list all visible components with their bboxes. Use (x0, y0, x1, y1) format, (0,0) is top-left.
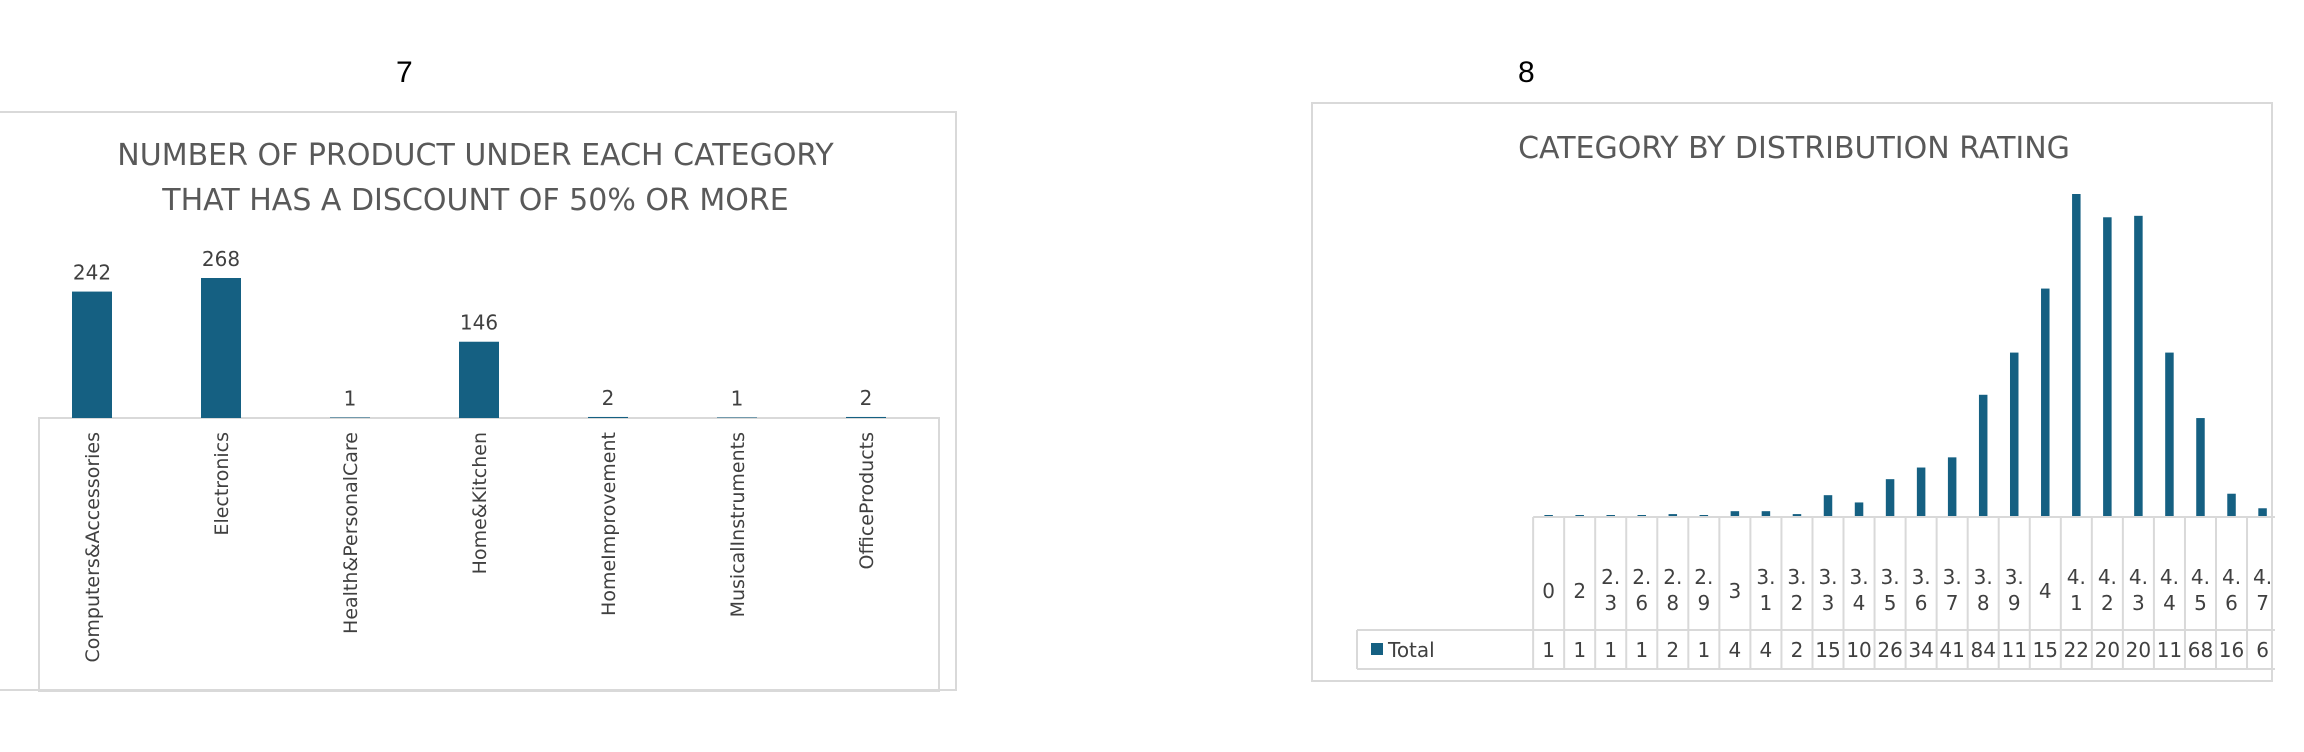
bar (2227, 493, 2236, 517)
category-tick-label: Computers&Accessories (82, 432, 104, 663)
category-tick-label: 3 (1729, 579, 1742, 603)
category-tick-label: 4. 4 (2160, 565, 2179, 615)
bar (459, 341, 499, 418)
data-label: 1 (731, 386, 744, 410)
table-value: 11 (2002, 638, 2027, 662)
category-tick-label: 3. 8 (1974, 565, 1993, 615)
data-label: 146 (460, 311, 498, 335)
bar-chart-plot: 242 Computers&Accessories 268 Electronics 1 H… (38, 247, 940, 692)
table-value: 68 (2188, 638, 2213, 662)
table-value: 4 (1760, 638, 1773, 662)
data-label: 268 (202, 247, 240, 271)
bar-chart-plot: 0 22. 32. 62. 82. 9 33. 13. 23. 33. 43. 53. 63. 73. 83… (1356, 194, 2275, 670)
category-tick-label: 4. 6 (2222, 565, 2241, 615)
bar (2258, 508, 2267, 517)
category-tick-label: 0 (1542, 579, 1555, 603)
bar (2196, 418, 2205, 517)
table-value: 20 (2095, 638, 2120, 662)
category-tick-label: 4. 1 (2067, 565, 2086, 615)
data-label: 242 (73, 261, 111, 285)
table-value: 84 (1970, 638, 1995, 662)
table-value: 11 (2157, 638, 2182, 662)
category-tick-label: 4 (2039, 579, 2052, 603)
category-tick-label: Electronics (211, 432, 233, 536)
table-value: 20 (2126, 638, 2151, 662)
table-value: 15 (1815, 638, 1840, 662)
bar (588, 416, 628, 418)
bar (846, 416, 886, 418)
category-tick-label: 2. 9 (1694, 565, 1713, 615)
category-tick-label: 4. 3 (2129, 565, 2148, 615)
category-tick-label: 3. 7 (1943, 565, 1962, 615)
series-name-label: Total (1387, 638, 1435, 662)
table-value: 22 (2064, 638, 2089, 662)
bar (717, 417, 757, 418)
bar (1885, 479, 1895, 517)
data-label: 2 (860, 386, 873, 410)
category-tick-label: 3. 6 (1912, 565, 1931, 615)
table-value: 26 (1877, 638, 1902, 662)
bar (2134, 215, 2143, 517)
bar (2165, 352, 2174, 517)
category-tick-label: 4. 7 (2253, 565, 2272, 615)
bar (1978, 394, 1988, 517)
data-label: 2 (602, 386, 615, 410)
table-value: 1 (1697, 638, 1710, 662)
category-tick-label: 3. 2 (1787, 565, 1806, 615)
table-value: 34 (1908, 638, 1933, 662)
category-tick-label: 3. 1 (1756, 565, 1775, 615)
table-value: 2 (1791, 638, 1804, 662)
table-value: 1 (1573, 638, 1586, 662)
category-tick-label: 2. 6 (1632, 565, 1651, 615)
bar (201, 278, 241, 418)
bar (2041, 288, 2050, 517)
category-tick-label: 3. 9 (2005, 565, 2024, 615)
table-value: 10 (1846, 638, 1871, 662)
category-tick-label: Home&Kitchen (469, 432, 491, 574)
category-tick-label: OfficeProducts (856, 432, 878, 570)
figure-label-7: 7 (396, 56, 413, 89)
category-tick-label: 4. 2 (2098, 565, 2117, 615)
category-tick-label: 4. 5 (2191, 565, 2210, 615)
bar (1854, 502, 1864, 517)
category-tick-label: MusicalInstruments (727, 432, 749, 617)
category-tick-label: 2. 3 (1601, 565, 1620, 615)
bar (1947, 457, 1957, 517)
category-tick-label: Health&PersonalCare (340, 432, 362, 634)
category-tick-label: 3. 4 (1849, 565, 1868, 615)
table-value: 1 (1604, 638, 1617, 662)
table-value: 41 (1939, 638, 1964, 662)
data-label: 1 (344, 386, 357, 410)
table-value: 1 (1542, 638, 1555, 662)
table-value: 4 (1729, 638, 1742, 662)
bar (2103, 217, 2112, 517)
table-value: 1 (1635, 638, 1648, 662)
category-tick-label: 2. 8 (1663, 565, 1682, 615)
legend-key (1371, 643, 1383, 655)
category-tick-label: HomeImprovement (598, 432, 620, 616)
table-value: 6 (2256, 638, 2269, 662)
rating-distribution-chart: CATEGORY BY DISTRIBUTION RATING 0 2 2. 3 2. 6… (1311, 102, 2275, 682)
category-tick-label: 2 (1573, 579, 1586, 603)
bar (72, 291, 112, 418)
category-tick-label: 3. 3 (1818, 565, 1837, 615)
bar (2009, 352, 2019, 517)
bar (330, 417, 370, 418)
bar (1916, 467, 1926, 517)
table-value: 2 (1666, 638, 1679, 662)
bar (1823, 495, 1833, 517)
figure-label-8: 8 (1518, 56, 1535, 89)
category-tick-label: 3. 5 (1881, 565, 1900, 615)
bar (2072, 194, 2081, 517)
discount-category-chart: NUMBER OF PRODUCT UNDER EACH CATEGORY TH… (0, 111, 957, 692)
table-value: 16 (2219, 638, 2244, 662)
table-value: 15 (2033, 638, 2058, 662)
